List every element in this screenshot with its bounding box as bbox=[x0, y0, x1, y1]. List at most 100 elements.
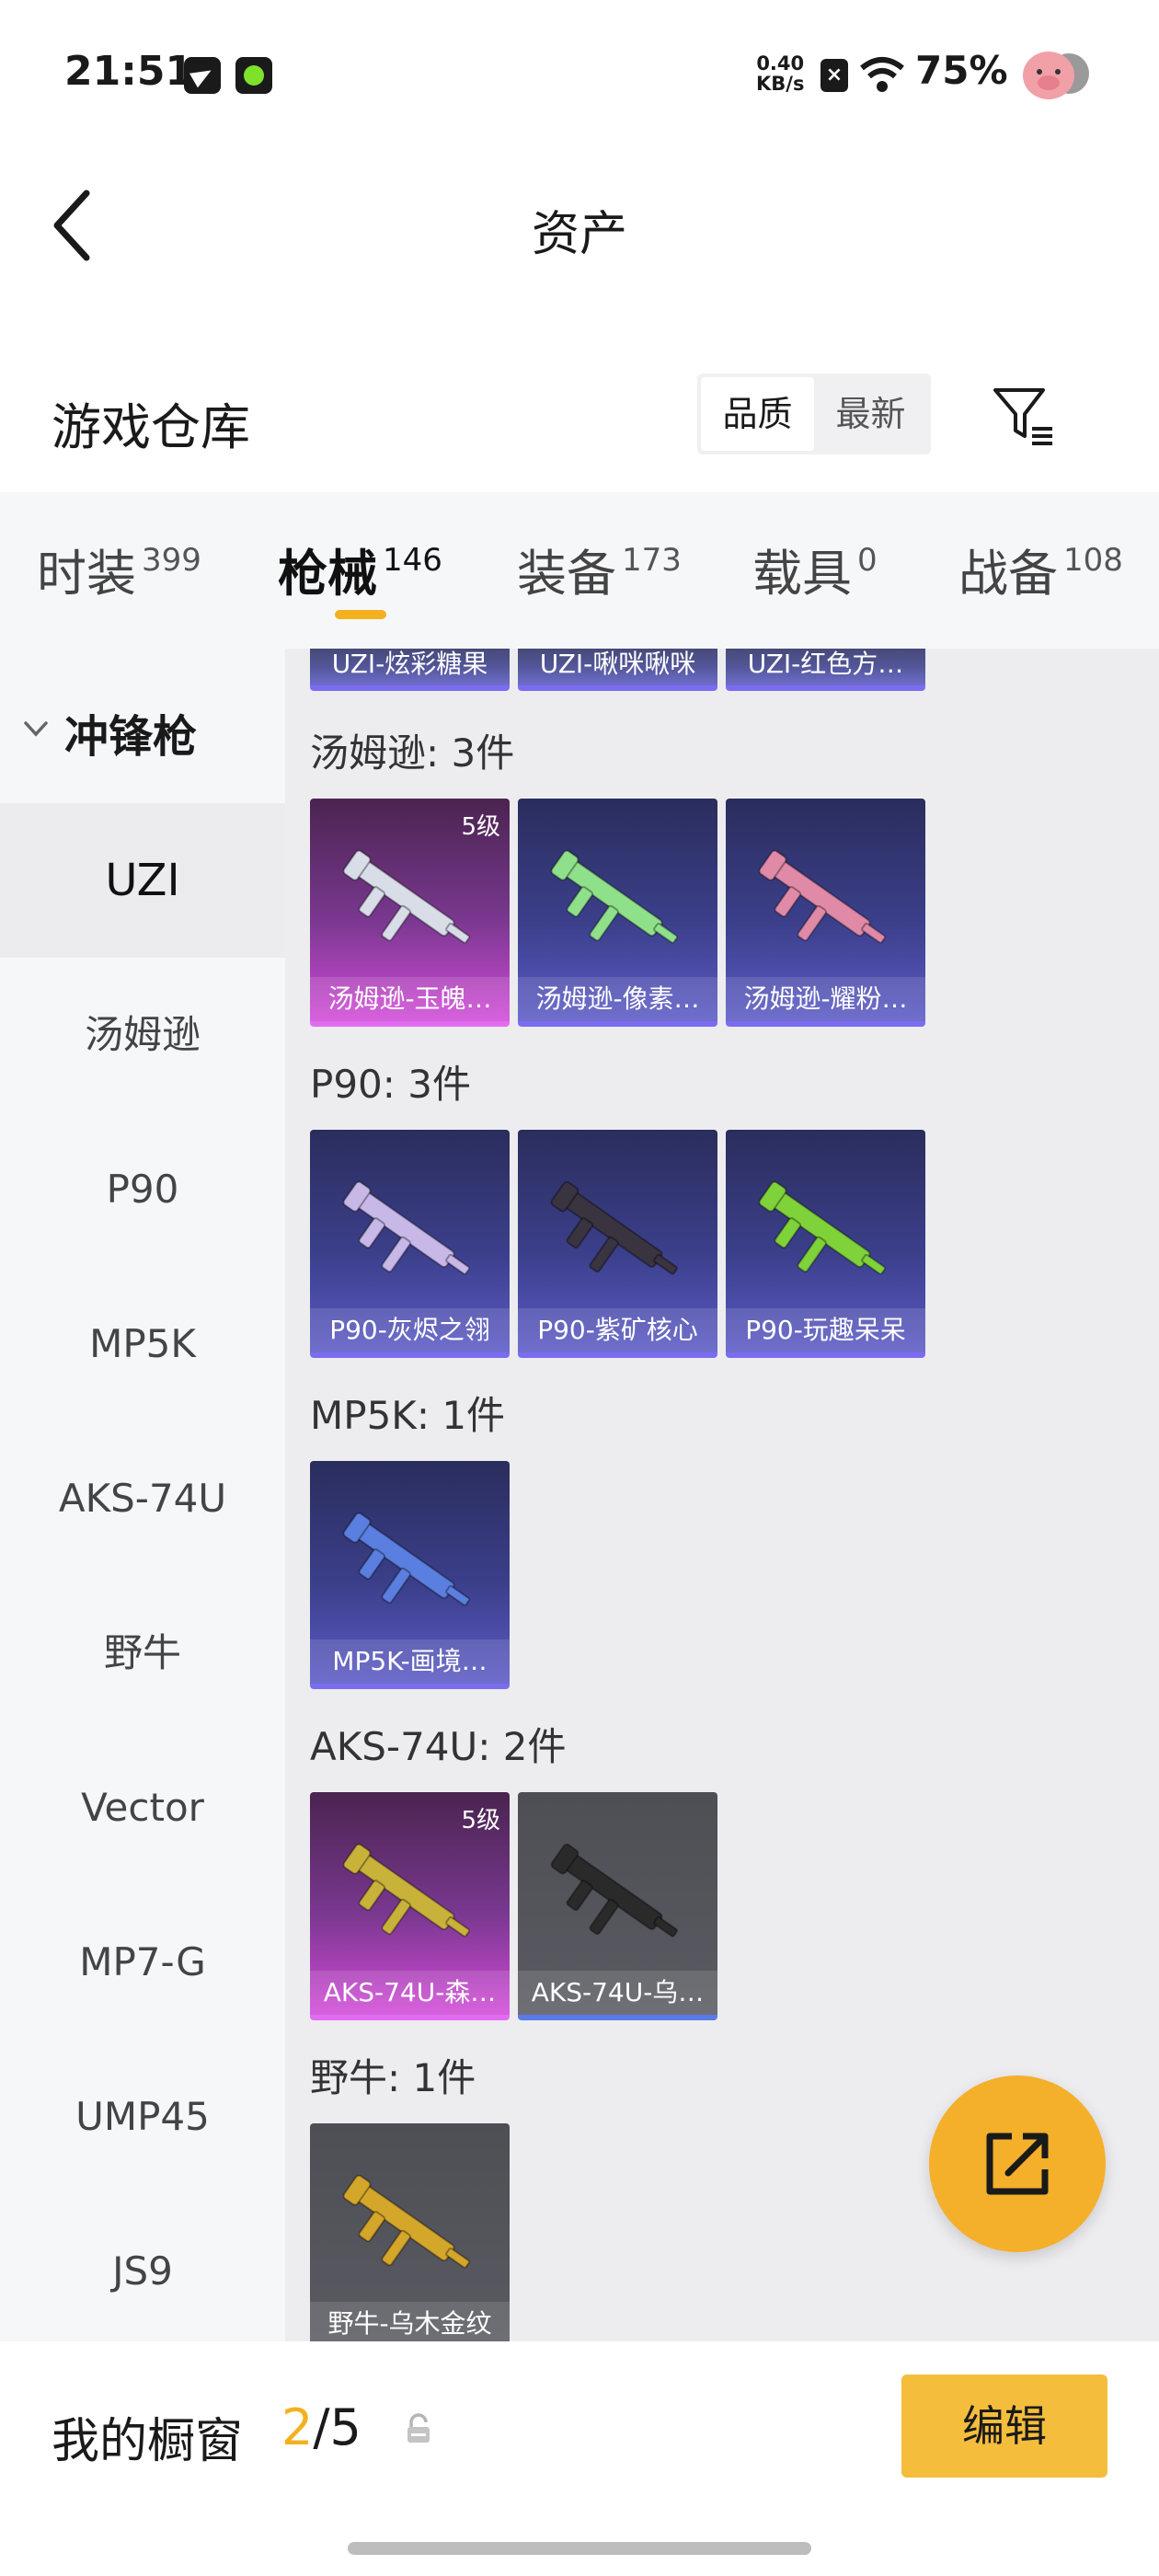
sidebar-item-p90[interactable]: P90 bbox=[0, 1112, 285, 1267]
showcase-count-total: /5 bbox=[313, 2398, 361, 2456]
showcase-count-current: 2 bbox=[281, 2398, 314, 2456]
gun-icon bbox=[758, 1180, 886, 1275]
showcase-count: 2/5 bbox=[281, 2398, 361, 2456]
game-icon bbox=[235, 57, 272, 94]
gun-icon bbox=[342, 1843, 470, 1938]
gun-icon bbox=[550, 1843, 678, 1938]
sort-toggle: 品质 最新 bbox=[697, 374, 931, 454]
showcase-label: 我的橱窗 bbox=[52, 2414, 244, 2469]
weapon-name: AKS-74U-森… bbox=[310, 1971, 510, 2015]
weapon-card[interactable]: P90-灰烬之翎 bbox=[310, 1130, 510, 1358]
weapon-card[interactable]: MP5K-画境… bbox=[310, 1461, 510, 1689]
weapon-card[interactable]: 汤姆逊-耀粉… bbox=[726, 799, 925, 1027]
tab-count: 108 bbox=[1063, 542, 1123, 579]
net-speed: 0.40 KB/s bbox=[756, 53, 804, 94]
tab-label: 时装 bbox=[37, 545, 136, 603]
tab-firearms[interactable]: 枪械 146 bbox=[278, 533, 442, 605]
tab-count: 146 bbox=[383, 542, 442, 579]
tab-count: 0 bbox=[857, 542, 878, 579]
weapon-name: P90-灰烬之翎 bbox=[310, 1308, 510, 1352]
active-tab-indicator bbox=[335, 610, 386, 619]
weapon-name: UZI-啾咪啾咪 bbox=[518, 649, 717, 685]
net-speed-value: 0.40 bbox=[756, 52, 805, 75]
weapon-name: 汤姆逊-像素… bbox=[518, 977, 717, 1021]
sort-latest-button[interactable]: 最新 bbox=[814, 377, 927, 451]
weapon-name: 野牛-乌木金纹 bbox=[310, 2302, 510, 2341]
category-tabs: 时装 399 枪械 146 装备 173 载具 0 战备 108 bbox=[0, 492, 1159, 649]
share-out-icon bbox=[986, 2133, 1049, 2195]
sidebar-item-mp7g[interactable]: MP7-G bbox=[0, 1885, 285, 2040]
weapon-card[interactable]: 汤姆逊-像素… bbox=[518, 799, 717, 1027]
level-badge: 5级 bbox=[461, 1807, 500, 1834]
weapon-name: MP5K-画境… bbox=[310, 1639, 510, 1684]
group-label-p90: P90: 3件 bbox=[310, 1062, 471, 1107]
gun-icon bbox=[342, 1180, 470, 1275]
home-indicator[interactable] bbox=[348, 2542, 811, 2555]
tab-supplies[interactable]: 战备 108 bbox=[958, 533, 1123, 605]
tab-count: 399 bbox=[142, 542, 201, 579]
share-button[interactable] bbox=[929, 2076, 1106, 2252]
weapon-card[interactable]: AKS-74U-乌… bbox=[518, 1792, 717, 2020]
status-bar: 21:51 0.40 KB/s × 75% bbox=[0, 0, 1159, 156]
weapon-card[interactable]: UZI-啾咪啾咪 bbox=[518, 649, 717, 691]
weapon-card[interactable]: P90-紫矿核心 bbox=[518, 1130, 717, 1358]
wifi-icon bbox=[860, 57, 904, 92]
group-label-mp5k: MP5K: 1件 bbox=[310, 1393, 506, 1438]
tab-fashion[interactable]: 时装 399 bbox=[37, 533, 201, 605]
group-label-bizon: 野牛: 1件 bbox=[310, 2055, 476, 2100]
gun-icon bbox=[550, 849, 678, 944]
edit-button[interactable]: 编辑 bbox=[901, 2375, 1107, 2478]
weapon-card[interactable]: UZI-炫彩糖果 bbox=[310, 649, 510, 691]
sidebar-item-mp5k[interactable]: MP5K bbox=[0, 1267, 285, 1421]
tab-label: 载具 bbox=[752, 545, 852, 603]
status-time: 21:51 bbox=[64, 48, 194, 95]
lock-icon[interactable] bbox=[405, 2413, 432, 2444]
telegram-icon bbox=[184, 57, 221, 94]
chevron-down-icon bbox=[24, 721, 48, 737]
tab-label: 枪械 bbox=[278, 545, 377, 603]
net-speed-unit: KB/s bbox=[756, 73, 805, 95]
showcase-bar: 我的橱窗 2/5 编辑 bbox=[0, 2341, 1159, 2576]
tab-count: 173 bbox=[622, 542, 682, 579]
section-title: 游戏仓库 bbox=[52, 398, 250, 456]
group-label-aks74u: AKS-74U: 2件 bbox=[310, 1724, 567, 1769]
group-label-thompson: 汤姆逊: 3件 bbox=[310, 730, 515, 776]
weapon-card[interactable]: 5级 汤姆逊-玉魄… bbox=[310, 799, 510, 1027]
weapon-name: P90-玩趣呆呆 bbox=[726, 1308, 925, 1352]
weapon-name: UZI-炫彩糖果 bbox=[310, 649, 510, 685]
tab-equipment[interactable]: 装备 173 bbox=[517, 533, 682, 605]
warehouse-section: 游戏仓库 品质 最新 bbox=[0, 350, 1159, 488]
tab-label: 装备 bbox=[517, 545, 616, 603]
gun-icon bbox=[758, 849, 886, 944]
weapon-name: AKS-74U-乌… bbox=[518, 1971, 717, 2015]
sidebar-group-smg[interactable]: 冲锋枪 bbox=[0, 649, 285, 803]
sim-off-icon: × bbox=[820, 59, 848, 92]
weapon-card[interactable]: 5级 AKS-74U-森… bbox=[310, 1792, 510, 2020]
gun-icon bbox=[342, 2174, 470, 2269]
sidebar-item-ump45[interactable]: UMP45 bbox=[0, 2040, 285, 2194]
weapon-name: UZI-红色方… bbox=[726, 649, 925, 685]
filter-icon[interactable] bbox=[990, 383, 1056, 449]
tab-vehicles[interactable]: 载具 0 bbox=[752, 533, 878, 605]
sidebar-item-js9[interactable]: JS9 bbox=[0, 2194, 285, 2349]
sidebar-item-bizon[interactable]: 野牛 bbox=[0, 1576, 285, 1731]
weapon-name: 汤姆逊-耀粉… bbox=[726, 977, 925, 1021]
battery-level: 75% bbox=[915, 48, 1008, 93]
weapon-card[interactable]: 野牛-乌木金纹 bbox=[310, 2123, 510, 2341]
pig-avatar-icon bbox=[1023, 52, 1089, 99]
sort-quality-button[interactable]: 品质 bbox=[701, 377, 814, 451]
level-badge: 5级 bbox=[461, 813, 500, 841]
tab-label: 战备 bbox=[958, 545, 1058, 603]
page-title: 资产 bbox=[531, 207, 627, 262]
gun-icon bbox=[342, 849, 470, 944]
weapon-card[interactable]: P90-玩趣呆呆 bbox=[726, 1130, 925, 1358]
weapon-card[interactable]: UZI-红色方… bbox=[726, 649, 925, 691]
gun-icon bbox=[550, 1180, 678, 1275]
sidebar-item-uzi[interactable]: UZI bbox=[0, 803, 285, 958]
sidebar-group-label: 冲锋枪 bbox=[64, 711, 198, 763]
sidebar-item-vector[interactable]: Vector bbox=[0, 1731, 285, 1885]
sidebar-item-thompson[interactable]: 汤姆逊 bbox=[0, 958, 285, 1112]
weapon-name: P90-紫矿核心 bbox=[518, 1308, 717, 1352]
weapon-name: 汤姆逊-玉魄… bbox=[310, 977, 510, 1021]
sidebar-item-aks74u[interactable]: AKS-74U bbox=[0, 1421, 285, 1576]
